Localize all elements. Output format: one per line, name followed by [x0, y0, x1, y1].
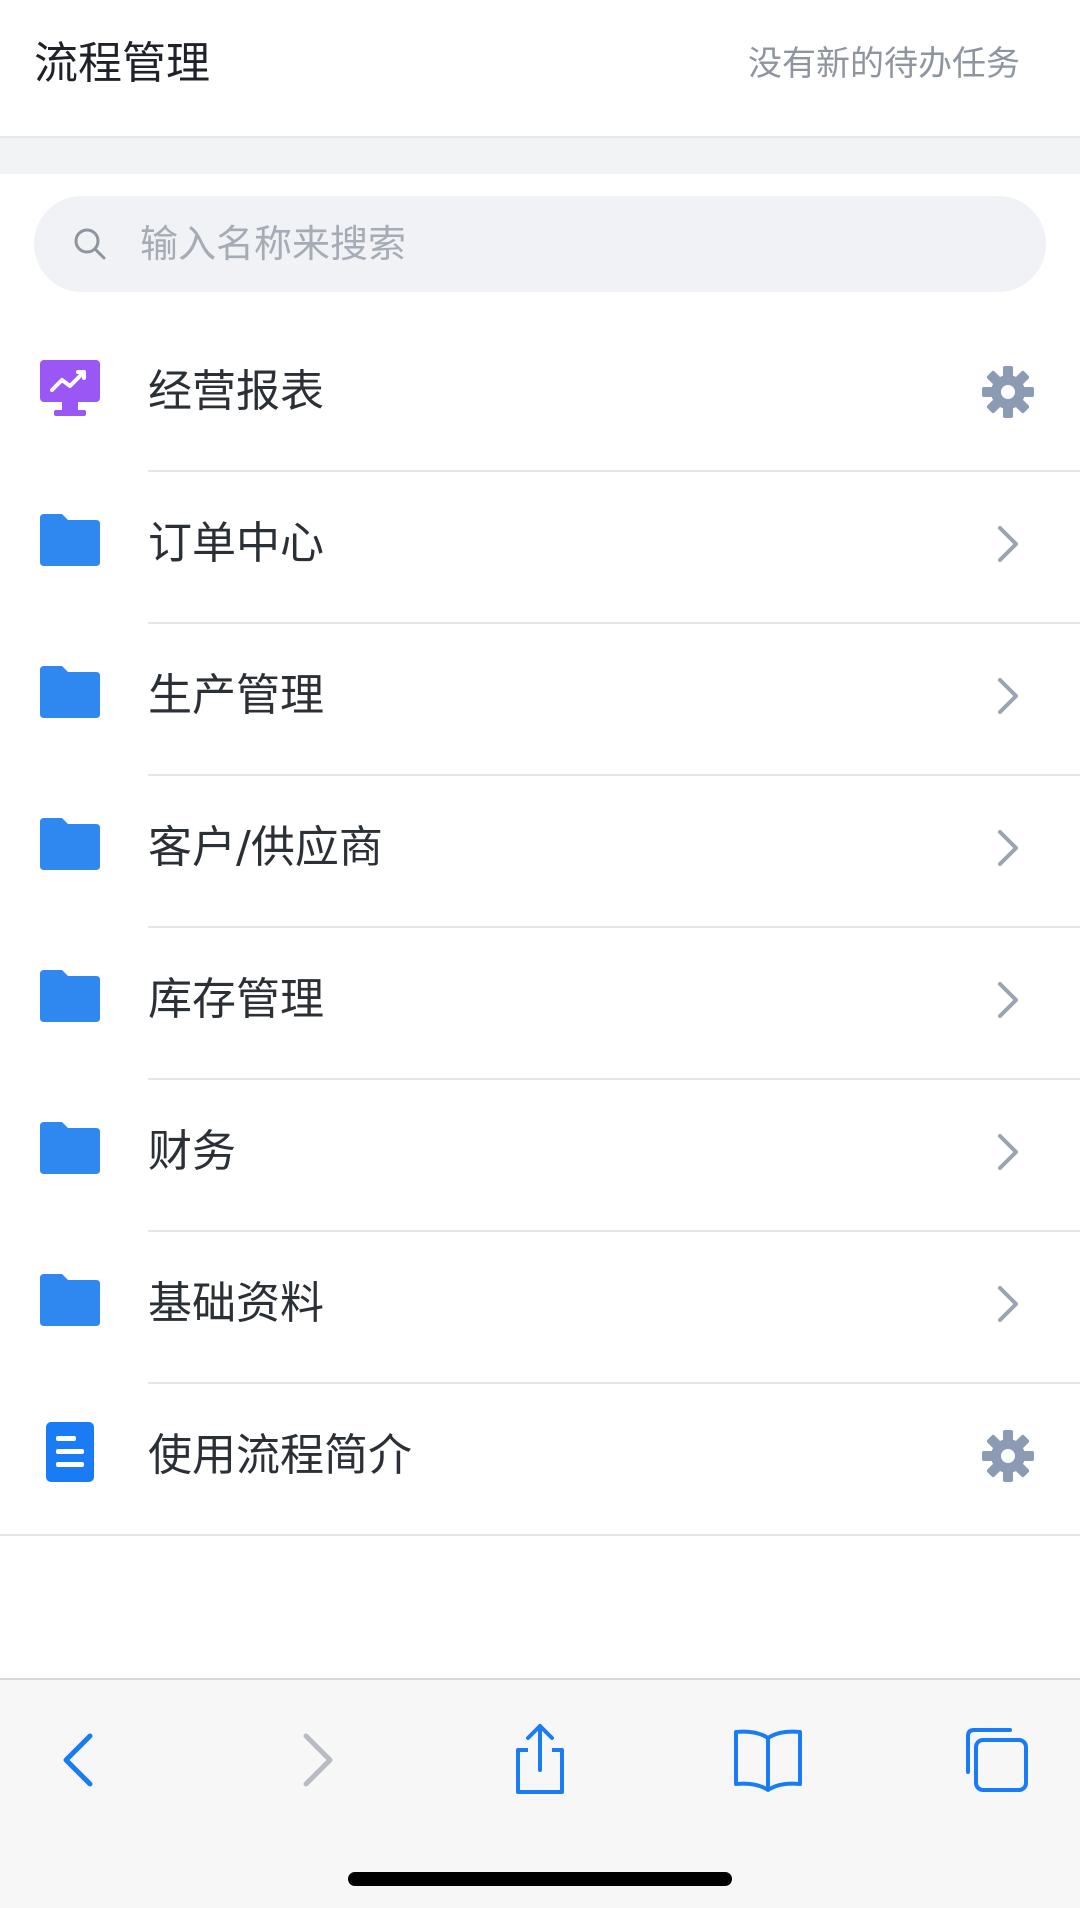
folder-icon — [40, 818, 100, 870]
header: 流程管理 没有新的待办任务 — [0, 0, 1080, 138]
chevron-right-icon — [303, 1733, 333, 1787]
monitor-chart-icon — [40, 360, 100, 416]
bookmarks-button[interactable] — [728, 1720, 808, 1800]
share-icon — [516, 1724, 564, 1794]
search-input[interactable] — [130, 196, 1010, 292]
chevron-right-icon[interactable] — [980, 516, 1036, 572]
folder-icon — [40, 1274, 100, 1326]
list-item-business-report[interactable]: 经营报表 — [0, 320, 1080, 472]
row-divider — [0, 1534, 1080, 1536]
list-item-label: 基础资料 — [148, 1278, 324, 1329]
folder-icon — [40, 1122, 100, 1174]
todo-status[interactable]: 没有新的待办任务 — [748, 40, 1020, 88]
folder-icon — [40, 666, 100, 718]
chevron-right-icon[interactable] — [980, 668, 1036, 724]
list-item-inventory-management[interactable]: 库存管理 — [0, 928, 1080, 1080]
chevron-left-icon — [63, 1733, 93, 1787]
search-bar[interactable] — [34, 196, 1046, 292]
list-item-order-center[interactable]: 订单中心 — [0, 472, 1080, 624]
list-item-customer-supplier[interactable]: 客户/供应商 — [0, 776, 1080, 928]
chevron-right-icon[interactable] — [980, 972, 1036, 1028]
share-button[interactable] — [500, 1720, 580, 1800]
list-item-label: 订单中心 — [148, 518, 324, 569]
folder-icon — [40, 514, 100, 566]
gear-icon[interactable] — [980, 364, 1036, 420]
chevron-right-icon[interactable] — [980, 1124, 1036, 1180]
document-icon — [46, 1422, 94, 1482]
list-item-label: 库存管理 — [148, 974, 324, 1025]
search-icon — [74, 228, 106, 260]
gear-icon[interactable] — [980, 1428, 1036, 1484]
header-separator-band — [0, 138, 1080, 174]
chevron-right-icon[interactable] — [980, 1276, 1036, 1332]
list-item-label: 财务 — [148, 1126, 236, 1177]
page-title: 流程管理 — [34, 38, 210, 89]
home-indicator — [348, 1872, 732, 1886]
tabs-button[interactable] — [956, 1720, 1036, 1800]
forward-button[interactable] — [276, 1720, 356, 1800]
list-item-usage-guide[interactable]: 使用流程简介 — [0, 1384, 1080, 1536]
list-item-label: 客户/供应商 — [148, 822, 383, 873]
tabs-icon — [966, 1728, 1028, 1792]
list-item-finance[interactable]: 财务 — [0, 1080, 1080, 1232]
folder-icon — [40, 970, 100, 1022]
chevron-right-icon[interactable] — [980, 820, 1036, 876]
list-item-label: 经营报表 — [148, 366, 324, 417]
book-icon — [734, 1729, 802, 1792]
list-item-basic-data[interactable]: 基础资料 — [0, 1232, 1080, 1384]
list-item-production-management[interactable]: 生产管理 — [0, 624, 1080, 776]
back-button[interactable] — [40, 1720, 120, 1800]
list-item-label: 生产管理 — [148, 670, 324, 721]
list-item-label: 使用流程简介 — [148, 1430, 412, 1481]
process-list: 经营报表 订单中心 生产管理 客户/供应商 库存管理 财务 基础资料 使用流程简… — [0, 320, 1080, 1536]
